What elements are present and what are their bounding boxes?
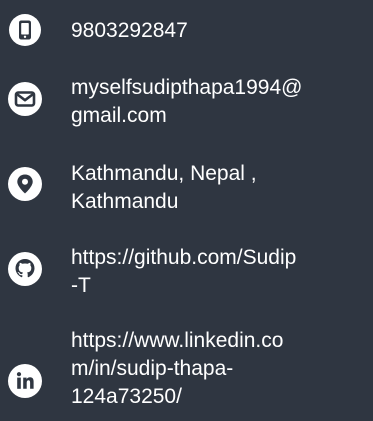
location-address: Kathmandu, Nepal , Kathmandu	[71, 160, 367, 216]
email-line-1: myselfsudipthapa1994@	[71, 76, 303, 99]
email-line-2: gmail.com	[71, 104, 167, 127]
map-pin-icon	[8, 167, 42, 201]
email-address[interactable]: myselfsudipthapa1994@ gmail.com	[71, 74, 367, 130]
github-icon	[8, 252, 42, 286]
phone-number-text: 9803292847	[71, 19, 188, 42]
linkedin-icon	[8, 364, 42, 398]
envelope-icon	[8, 82, 42, 116]
phone-icon	[8, 13, 42, 47]
github-line-2: -T	[71, 274, 91, 297]
location-line-1: Kathmandu, Nepal ,	[71, 162, 257, 185]
linkedin-line-1: https://www.linkedin.co	[71, 329, 284, 352]
phone-number[interactable]: 9803292847	[71, 17, 367, 45]
location-line-2: Kathmandu	[71, 190, 179, 213]
contact-list: 9803292847 myselfsudipthapa1994@ gmail.c…	[0, 0, 373, 421]
linkedin-line-3: 124a73250/	[71, 385, 182, 408]
github-line-1: https://github.com/Sudip	[71, 246, 297, 269]
github-link[interactable]: https://github.com/Sudip -T	[71, 244, 367, 300]
linkedin-link[interactable]: https://www.linkedin.co m/in/sudip-thapa…	[71, 327, 367, 411]
linkedin-line-2: m/in/sudip-thapa-	[71, 357, 234, 380]
